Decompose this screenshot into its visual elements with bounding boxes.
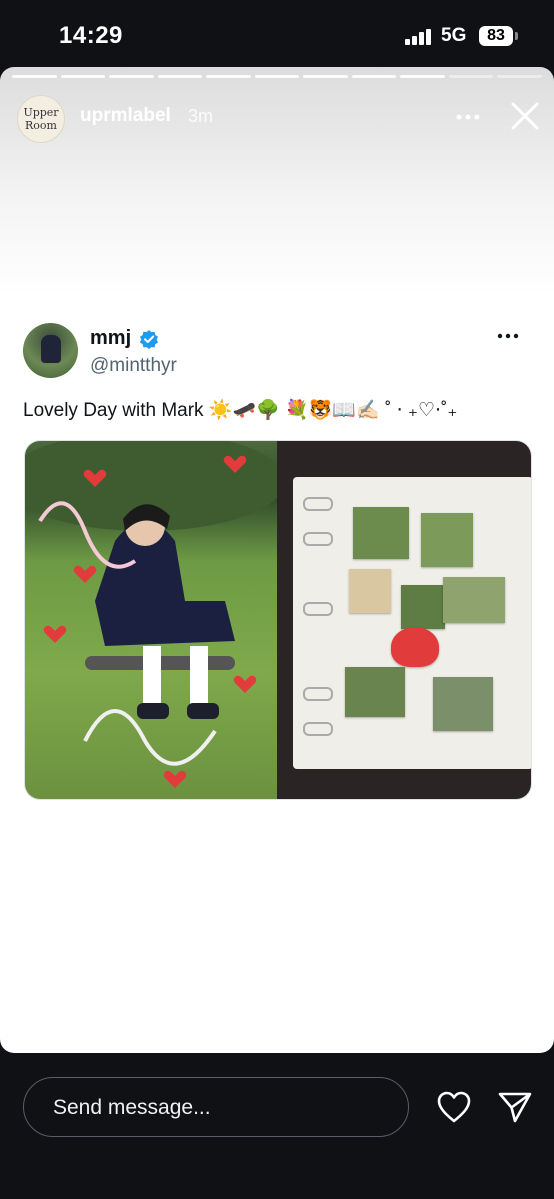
- verified-badge-icon: [140, 330, 158, 349]
- avatar-figure: [41, 335, 61, 363]
- tweet-display-name[interactable]: mmj: [90, 327, 131, 350]
- photo-park: [25, 441, 285, 799]
- scrapbook-page: [293, 477, 531, 769]
- send-message-placeholder: Send message...: [53, 1096, 211, 1119]
- story-reply-bar: Send message...: [0, 1053, 554, 1199]
- progress-segment: [497, 75, 543, 78]
- progress-segment: [448, 75, 494, 78]
- binder-ring: [303, 497, 333, 511]
- signal-icon: [405, 29, 431, 45]
- scrapbook-photo: [421, 513, 473, 567]
- progress-segment: [400, 75, 445, 78]
- tweet-card[interactable]: mmj @mintthyr Lovely Day with Mark ☀️🛹🌳 …: [0, 303, 554, 816]
- binder-ring: [303, 532, 333, 546]
- progress-segment: [254, 75, 300, 78]
- tweet-avatar[interactable]: [23, 323, 78, 378]
- battery-tip: [515, 32, 518, 40]
- heart-icon[interactable]: [436, 1090, 472, 1124]
- account-username[interactable]: uprmlabel: [80, 105, 171, 127]
- photo-illustration: [25, 441, 285, 788]
- tweet-handle[interactable]: @mintthyr: [90, 355, 177, 377]
- tweet-media[interactable]: [24, 440, 532, 800]
- battery-icon: 83: [479, 26, 513, 46]
- progress-segment: [157, 75, 203, 78]
- scrapbook-photo: [345, 667, 405, 717]
- battery-level: 83: [487, 27, 505, 44]
- photo-scrapbook: [277, 441, 531, 799]
- status-bar: 14:29 5G 83: [0, 0, 554, 70]
- tweet-more-icon[interactable]: [497, 332, 519, 340]
- tweet-text: Lovely Day with Mark ☀️🛹🌳 💐🐯📖✍🏻 ˚ ‧ ₊♡‧˚…: [23, 400, 458, 421]
- scrapbook-photo: [401, 585, 445, 629]
- send-icon[interactable]: [497, 1090, 533, 1124]
- status-time: 14:29: [59, 22, 123, 49]
- progress-segment: [12, 75, 57, 78]
- sticker-lovesong: [349, 569, 391, 613]
- close-icon[interactable]: [508, 99, 542, 133]
- story-viewer[interactable]: Upper Room uprmlabel 3m mmj @mintthyr Lo…: [0, 67, 554, 1053]
- avatar-text: Upper Room: [23, 106, 59, 132]
- network-type: 5G: [441, 25, 467, 46]
- scrapbook-photo: [353, 507, 409, 559]
- progress-segment: [351, 75, 397, 78]
- binder-ring: [303, 722, 333, 736]
- send-message-input[interactable]: Send message...: [23, 1077, 409, 1137]
- scrapbook-photo: [443, 577, 505, 623]
- sticker-heart: [391, 627, 439, 667]
- scrapbook-photo: [433, 677, 493, 731]
- progress-segment: [303, 75, 348, 78]
- progress-segment: [206, 75, 251, 78]
- account-avatar[interactable]: Upper Room: [17, 95, 65, 143]
- more-icon[interactable]: [455, 107, 481, 127]
- binder-ring: [303, 602, 333, 616]
- story-progress-bar: [12, 75, 543, 79]
- progress-segment: [109, 75, 154, 78]
- binder-ring: [303, 687, 333, 701]
- post-time: 3m: [188, 106, 214, 126]
- progress-segment: [60, 75, 106, 78]
- story-header: Upper Room uprmlabel 3m: [0, 91, 554, 143]
